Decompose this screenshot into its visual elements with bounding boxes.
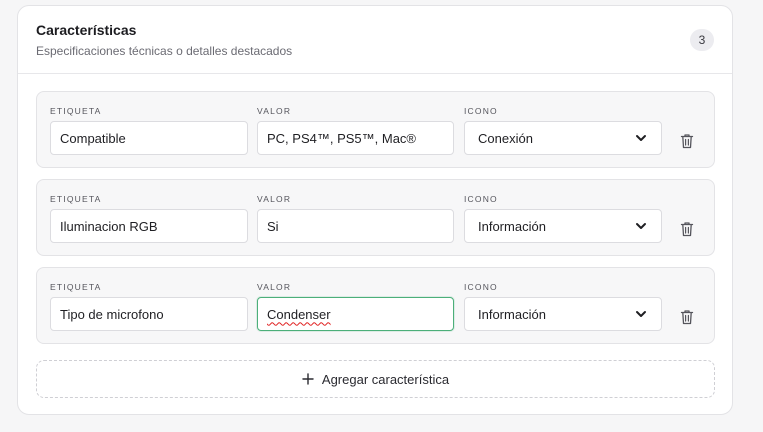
icon-select[interactable]: Información xyxy=(464,297,662,331)
section-subtitle: Especificaciones técnicas o detalles des… xyxy=(36,44,293,58)
icon-column-header: ICONO xyxy=(464,106,498,116)
feature-row-2: ETIQUETA VALOR ICONO Iluminacion RGB Si … xyxy=(36,179,715,256)
label-input[interactable]: Tipo de microfono xyxy=(50,297,248,331)
chevron-down-icon xyxy=(636,135,646,141)
features-card: Características Especificaciones técnica… xyxy=(17,5,733,415)
add-feature-label: Agregar característica xyxy=(321,371,450,387)
plus-icon xyxy=(302,373,314,385)
icon-select[interactable]: Conexión xyxy=(464,121,662,155)
value-column-header: VALOR xyxy=(257,282,292,292)
label-input-value: Tipo de microfono xyxy=(60,306,164,322)
trash-icon[interactable] xyxy=(680,133,694,149)
value-input[interactable]: PC, PS4™, PS5™, Mac® xyxy=(257,121,454,155)
value-input[interactable]: Si xyxy=(257,209,454,243)
feature-row-1: ETIQUETA VALOR ICONO Compatible PC, PS4™… xyxy=(36,91,715,168)
label-column-header: ETIQUETA xyxy=(50,194,102,204)
label-column-header: ETIQUETA xyxy=(50,106,102,116)
icon-column-header: ICONO xyxy=(464,282,498,292)
icon-select[interactable]: Información xyxy=(464,209,662,243)
icon-select-value: Información xyxy=(478,218,546,234)
label-input-value: Compatible xyxy=(60,130,126,146)
trash-icon[interactable] xyxy=(680,309,694,325)
label-column-header: ETIQUETA xyxy=(50,282,102,292)
icon-select-value: Conexión xyxy=(478,130,533,146)
icon-select-value: Información xyxy=(478,306,546,322)
value-input[interactable]: Condenser xyxy=(257,297,454,331)
label-input[interactable]: Compatible xyxy=(50,121,248,155)
value-column-header: VALOR xyxy=(257,106,292,116)
label-input[interactable]: Iluminacion RGB xyxy=(50,209,248,243)
icon-column-header: ICONO xyxy=(464,194,498,204)
feature-row-3: ETIQUETA VALOR ICONO Tipo de microfono C… xyxy=(36,267,715,344)
value-input-value: Condenser xyxy=(267,306,331,322)
count-badge: 3 xyxy=(690,29,714,51)
card-header: Características Especificaciones técnica… xyxy=(18,6,732,74)
chevron-down-icon xyxy=(636,223,646,229)
value-input-value: PC, PS4™, PS5™, Mac® xyxy=(267,130,417,146)
trash-icon[interactable] xyxy=(680,221,694,237)
section-title: Características xyxy=(36,22,137,38)
chevron-down-icon xyxy=(636,311,646,317)
label-input-value: Iluminacion RGB xyxy=(60,218,158,234)
value-column-header: VALOR xyxy=(257,194,292,204)
add-feature-button[interactable]: Agregar característica xyxy=(36,360,715,398)
value-input-value: Si xyxy=(267,218,279,234)
